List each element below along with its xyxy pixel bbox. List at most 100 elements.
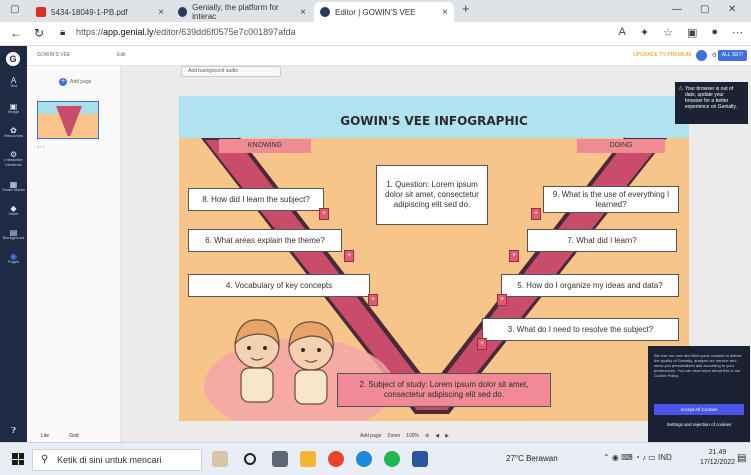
project-title[interactable]: GOWIN'S VEE bbox=[37, 52, 70, 58]
rail-item-label: Resources bbox=[3, 133, 24, 138]
url-domain: app.genial.ly bbox=[103, 27, 154, 37]
language-indicator[interactable]: IND bbox=[658, 453, 672, 462]
file-explorer-icon[interactable] bbox=[300, 451, 316, 467]
pages-panel: + Add page 1 / 1 bbox=[27, 66, 121, 442]
plus-icon: + bbox=[59, 78, 67, 86]
windows-taskbar: ⚲ Ketik di sini untuk mencari 27°C Beraw… bbox=[0, 442, 751, 475]
plus-button[interactable]: + bbox=[368, 294, 378, 306]
windows-start-icon[interactable] bbox=[12, 453, 24, 465]
tab-actions-icon[interactable]: ▢ bbox=[10, 4, 19, 15]
left-item-4[interactable]: 4. Vocabulary of key concepts bbox=[188, 274, 370, 297]
cortana-icon[interactable] bbox=[212, 451, 228, 467]
question-box[interactable]: 1. Question: Lorem ipsum dolor sit amet,… bbox=[376, 165, 488, 225]
url-field[interactable]: https://app.genial.ly/editor/639dd6f0575… bbox=[76, 27, 296, 37]
collections-icon[interactable]: ▣ bbox=[687, 26, 697, 39]
taskbar-search-input[interactable]: ⚲ Ketik di sini untuk mencari bbox=[32, 449, 202, 471]
plus-button[interactable]: + bbox=[477, 338, 487, 350]
avatar[interactable] bbox=[696, 50, 707, 61]
rail-item-label: Smart blocks bbox=[1, 187, 26, 192]
cookie-banner: We use our own and third-party cookies t… bbox=[648, 346, 750, 442]
accept-cookies-button[interactable]: Accept All Cookies bbox=[654, 404, 744, 415]
task-view-icon[interactable] bbox=[244, 453, 256, 465]
widgets-icon[interactable] bbox=[272, 451, 288, 467]
doing-header[interactable]: DOING bbox=[577, 139, 665, 153]
next-page-icon[interactable]: ▶ bbox=[445, 433, 449, 439]
genially-logo-icon[interactable]: G bbox=[6, 52, 20, 66]
time: 21.49 bbox=[708, 449, 727, 456]
right-item-7[interactable]: 7. What did I learn? bbox=[527, 229, 677, 252]
plus-button[interactable]: + bbox=[319, 208, 329, 220]
knowing-header[interactable]: KNOWING bbox=[219, 139, 311, 153]
maximize-button[interactable]: ▢ bbox=[700, 4, 709, 15]
close-icon[interactable]: × bbox=[158, 7, 164, 18]
plus-button[interactable]: + bbox=[531, 208, 541, 220]
subject-box[interactable]: 2. Subject of study: Lorem ipsum dolor s… bbox=[337, 373, 551, 407]
system-tray[interactable]: ⌃ ◉ ⌨ ◔ ♪ ▭ IND bbox=[603, 453, 672, 462]
left-item-8[interactable]: 8. How did I learn the subject? bbox=[188, 188, 324, 211]
rail-item-label: Insert bbox=[8, 211, 19, 216]
all-set-button[interactable]: ALL SET! bbox=[717, 50, 747, 61]
close-window-button[interactable]: ✕ bbox=[728, 4, 736, 15]
upgrade-link[interactable]: UPGRADE TO PREMIUM bbox=[633, 52, 691, 58]
tab-editor[interactable]: Editor | GOWIN'S VEE × bbox=[314, 2, 454, 22]
weather-widget[interactable]: 27°C Berawan bbox=[506, 454, 558, 463]
search-icon: ⚲ bbox=[41, 454, 49, 465]
rail-item-smart-blocks[interactable]: ▦ Smart blocks bbox=[0, 181, 27, 193]
address-bar-actions: A ✦ ☆ ▣ ● ⋯ bbox=[619, 26, 744, 39]
edge-icon[interactable] bbox=[356, 451, 372, 467]
rail-item-insert[interactable]: ◆ Insert bbox=[0, 205, 27, 217]
grid-view-button[interactable]: Grid bbox=[69, 433, 78, 439]
plus-button[interactable]: + bbox=[497, 294, 507, 306]
close-icon[interactable]: × bbox=[300, 7, 306, 18]
rail-item-pages[interactable]: ◉ Pages bbox=[0, 253, 27, 265]
help-icon[interactable]: ❓︎ bbox=[0, 427, 27, 435]
rail-item-interactive[interactable]: ⚙ Interactive elements bbox=[0, 151, 27, 168]
rail-item-image[interactable]: ▣ Image bbox=[0, 103, 27, 115]
lite-view-button[interactable]: Lite bbox=[41, 433, 49, 439]
rail-item-background[interactable]: ▤ Background bbox=[0, 229, 27, 241]
settings-icon[interactable]: ⚙ bbox=[712, 52, 717, 59]
firefox-icon[interactable] bbox=[328, 451, 344, 467]
reload-icon[interactable]: ↻ bbox=[34, 26, 44, 40]
left-item-6[interactable]: 6. What areas explain the theme? bbox=[188, 229, 342, 252]
right-item-5[interactable]: 5. How do I organize my ideas and data? bbox=[501, 274, 679, 297]
zoom-level[interactable]: 100% bbox=[406, 433, 419, 439]
pdf-icon bbox=[36, 7, 46, 17]
url-prefix: https:// bbox=[76, 27, 104, 37]
cookie-settings-link[interactable]: Settings and rejection of cookies bbox=[654, 422, 744, 427]
spotify-icon[interactable] bbox=[384, 451, 400, 467]
tab-genially[interactable]: Genially, the platform for interac × bbox=[172, 2, 312, 22]
right-item-9[interactable]: 9. What is the use of everything I learn… bbox=[543, 186, 679, 213]
extensions-icon[interactable]: ✦ bbox=[640, 26, 649, 39]
plus-button[interactable]: + bbox=[344, 250, 354, 262]
favorites-icon[interactable]: ☆ bbox=[663, 26, 673, 39]
clock[interactable]: 21.49 17/12/2022 bbox=[700, 448, 735, 468]
back-arrow-icon[interactable]: ← bbox=[10, 26, 22, 40]
plus-button[interactable]: + bbox=[509, 250, 519, 262]
profile-icon[interactable]: ● bbox=[711, 26, 718, 39]
close-icon[interactable]: × bbox=[442, 7, 448, 18]
editor-left-rail: G A Text ▣ Image ✿ Resources ⚙ Interacti… bbox=[0, 46, 27, 442]
slide: GOWIN'S VEE INFOGRAPHIC KNOWING DOING 1.… bbox=[179, 96, 689, 421]
rail-item-text[interactable]: A Text bbox=[0, 77, 27, 89]
page-thumbnail[interactable] bbox=[37, 101, 99, 139]
zoom-in-icon[interactable]: ⊕ bbox=[425, 433, 429, 439]
rail-item-resources[interactable]: ✿ Resources bbox=[0, 127, 27, 139]
new-tab-button[interactable]: + bbox=[462, 1, 470, 16]
word-icon[interactable] bbox=[412, 451, 428, 467]
minimize-button[interactable]: — bbox=[672, 4, 682, 15]
read-aloud-icon[interactable]: A bbox=[619, 26, 626, 39]
add-page-button[interactable]: + Add page bbox=[59, 78, 91, 86]
prev-page-icon[interactable]: ◀ bbox=[435, 433, 439, 439]
more-icon[interactable]: ⋯ bbox=[732, 26, 743, 39]
tab-pdf[interactable]: 5434-18049-1-PB.pdf × bbox=[30, 2, 170, 22]
notification-icon[interactable]: ▤ bbox=[737, 453, 746, 464]
add-page-label: Add page bbox=[70, 79, 92, 85]
cookie-text: We use our own and third-party cookies t… bbox=[654, 353, 742, 378]
right-item-3[interactable]: 3. What do I need to resolve the subject… bbox=[482, 318, 679, 341]
background-audio-button[interactable]: Add background audio bbox=[181, 66, 281, 77]
slide-title[interactable]: GOWIN'S VEE INFOGRAPHIC bbox=[179, 114, 689, 128]
browser-warning-popup[interactable]: ⚠ Your browser is out of date, update yo… bbox=[675, 82, 748, 124]
add-page-mini[interactable]: Add page bbox=[360, 433, 381, 439]
edit-menu[interactable]: Edit bbox=[117, 52, 126, 58]
